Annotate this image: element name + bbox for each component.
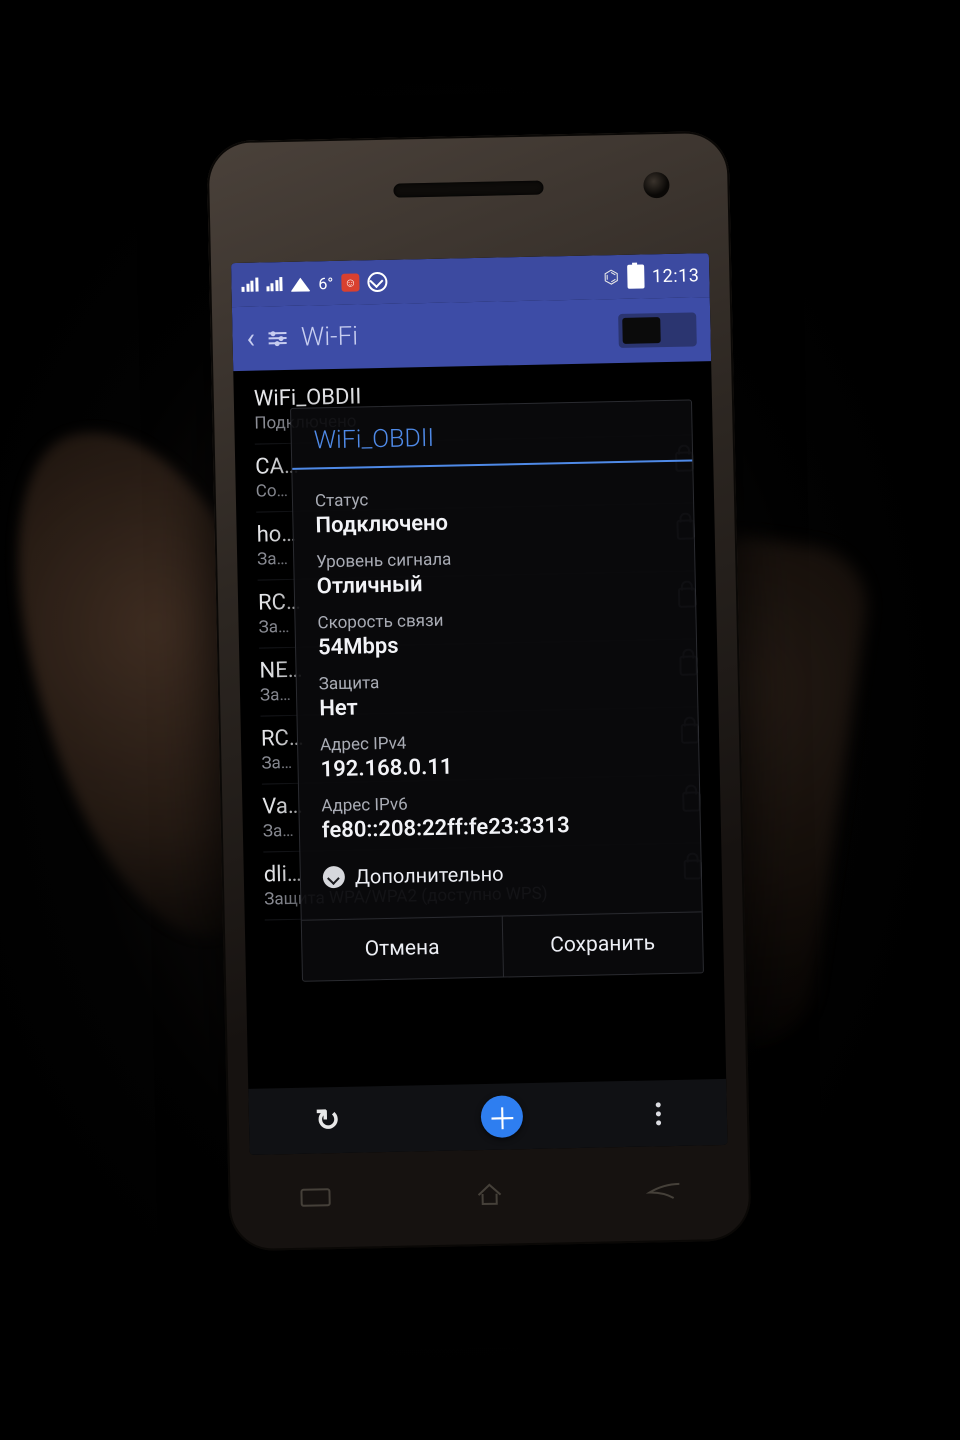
field-value: Нет [319, 689, 675, 721]
cell-signal-2-icon [266, 277, 283, 291]
field-ipv4: Адрес IPv4 192.168.0.11 [320, 728, 677, 782]
field-status: Статус Подключено [315, 484, 672, 538]
save-button[interactable]: Сохранить [501, 912, 703, 976]
dialog-buttons: Отмена Сохранить [302, 911, 703, 980]
app-bar: ‹ Wi-Fi [232, 297, 711, 371]
field-ipv6: Адрес IPv6 fe80::208:22ff:fe23:3313 [321, 789, 678, 843]
recent-apps-key[interactable] [285, 1181, 346, 1214]
hardware-nav-keys [228, 1162, 751, 1225]
notification-app-icon: ☺ [341, 273, 359, 291]
advanced-label: Дополнительно [355, 862, 504, 889]
field-signal: Уровень сигнала Отличный [316, 545, 673, 599]
earpiece [393, 181, 543, 198]
wps-button[interactable]: ↻ [315, 1103, 350, 1138]
chevron-down-icon [323, 866, 345, 888]
field-security: Защита Нет [319, 667, 676, 721]
advanced-toggle[interactable]: Дополнительно [322, 850, 679, 907]
settings-sliders-icon[interactable] [269, 332, 287, 344]
phone-screen: 6° ☺ ⌬ 12:13 ‹ Wi-Fi WiFi_OBDII Подключе… [231, 253, 728, 1155]
clock: 12:13 [652, 265, 700, 287]
field-value: 192.168.0.11 [320, 750, 676, 782]
dialog-body: Статус Подключено Уровень сигнала Отличн… [292, 467, 701, 919]
bottom-action-bar: ↻ ＋ [248, 1079, 727, 1155]
page-title: Wi-Fi [301, 321, 359, 352]
phone-body: 6° ☺ ⌬ 12:13 ‹ Wi-Fi WiFi_OBDII Подключе… [206, 131, 751, 1252]
phone-call-icon [367, 272, 387, 292]
front-camera [643, 172, 670, 199]
cell-signal-1-icon [241, 278, 258, 292]
network-details-dialog: WiFi_OBDII Статус Подключено Уровень сиг… [290, 399, 704, 981]
add-network-button[interactable]: ＋ [481, 1095, 524, 1138]
field-value: Отличный [317, 567, 673, 599]
home-key[interactable] [459, 1177, 520, 1210]
wifi-toggle[interactable] [618, 312, 697, 348]
overflow-menu-icon[interactable] [655, 1102, 660, 1125]
battery-icon [627, 264, 644, 288]
field-value: Подключено [315, 506, 671, 538]
photo-scene: 6° ☺ ⌬ 12:13 ‹ Wi-Fi WiFi_OBDII Подключе… [0, 0, 960, 1440]
wifi-icon [290, 275, 310, 291]
field-link-speed: Скорость связи 54Mbps [317, 606, 674, 660]
bluetooth-icon: ⌬ [603, 266, 619, 287]
back-key[interactable] [633, 1174, 694, 1207]
back-icon[interactable]: ‹ [246, 325, 255, 353]
dialog-title: WiFi_OBDII [291, 400, 692, 467]
cancel-button[interactable]: Отмена [302, 917, 503, 981]
field-value: 54Mbps [318, 628, 674, 660]
field-value: fe80::208:22ff:fe23:3313 [322, 811, 678, 843]
temperature: 6° [318, 273, 333, 292]
